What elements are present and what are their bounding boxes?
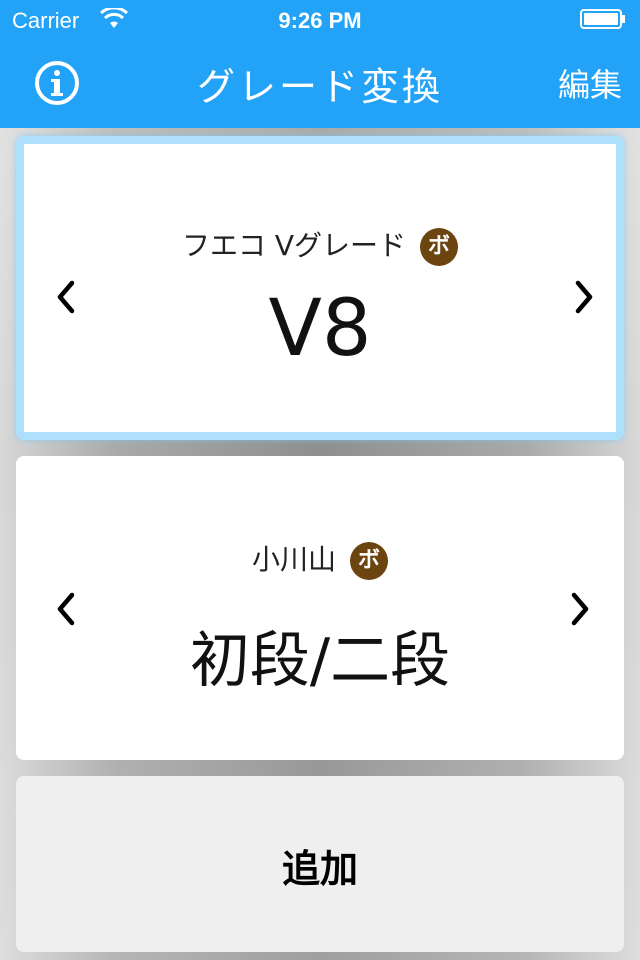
chevron-right-icon[interactable] [566, 589, 596, 629]
bouldering-badge: ボ [350, 542, 388, 580]
grade-system-label: フエコ Vグレード [181, 229, 407, 262]
clock: 9:26 PM [278, 8, 362, 33]
page-title: グレード変換 [196, 65, 443, 109]
battery-icon [580, 9, 625, 29]
add-button[interactable]: 追加 [16, 776, 624, 952]
grade-system-row: 小川山ボ [16, 538, 624, 580]
grade-system-label: 小川山 [251, 543, 336, 576]
chevron-right-icon[interactable] [570, 277, 600, 317]
status-bar: Carrier 9:26 PM [0, 0, 640, 40]
grade-system-row: フエコ Vグレードボ [24, 224, 616, 266]
grade-card-1[interactable]: フエコ Vグレードボ V8 [16, 136, 624, 440]
edit-button[interactable]: 編集 [558, 60, 622, 106]
navigation-bar: Carrier 9:26 PM グレード変換 編集 [0, 0, 640, 128]
grade-card-2[interactable]: 小川山ボ 初段/二段 [16, 456, 624, 760]
grade-value: 初段/二段 [189, 626, 451, 696]
grade-value: V8 [268, 284, 372, 374]
bouldering-badge: ボ [420, 228, 459, 266]
add-button-label: 追加 [281, 847, 358, 891]
